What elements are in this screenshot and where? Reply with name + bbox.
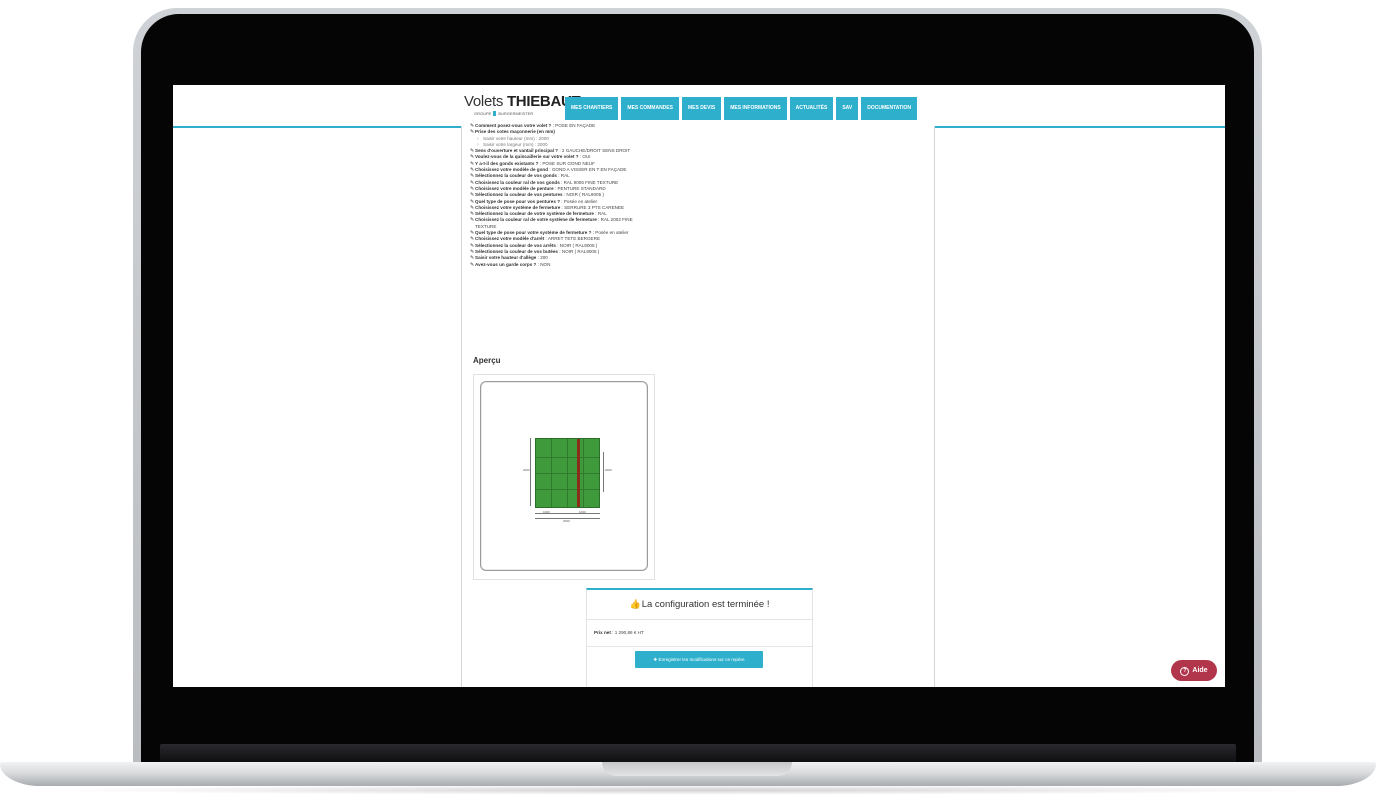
help-button[interactable]: ? Aide	[1171, 660, 1217, 681]
config-question: Quel type de pose pour votre système de …	[475, 230, 592, 236]
shutter-hinge-line	[536, 457, 599, 458]
config-question: Sélectionnez la couleur de votre système…	[475, 211, 594, 217]
nav-sav[interactable]: SAV	[836, 97, 859, 120]
config-answer: POSE SUR GOND NEUF	[542, 160, 595, 166]
help-icon: ?	[1180, 667, 1190, 676]
brand-tagline-right: BURGERMEISTER	[498, 111, 534, 116]
config-answer: SERRURE 3 PTS CARENEE	[564, 204, 625, 210]
config-question: Sélectionnez la couleur de vos gonds	[475, 173, 557, 179]
config-answer: NOIR ( RAL9005 )	[561, 248, 600, 254]
config-answer: Posée en atelier	[563, 198, 598, 204]
config-question: Quel type de pose pour vos pentures ?	[475, 198, 561, 204]
config-answer: OUI	[582, 154, 591, 160]
config-question: Choisissez la couleur ral de vos gonds	[475, 179, 560, 185]
config-question: Prise des cotes maçonnerie (en mm)	[475, 129, 555, 135]
save-changes-button[interactable]: ✚ Enregistrer les modifications sur ce r…	[635, 651, 763, 668]
brand-logo[interactable]: Volets THIEBAUT GROUPE BURGERMEISTER	[464, 93, 581, 116]
price-row: Prix net : 1 290,86 € HT	[587, 619, 812, 647]
config-answer: Saisir votre hauteur (mm) : 2000	[483, 135, 549, 141]
brand-tagline-left: GROUPE	[474, 111, 492, 116]
preview-panel: 2000 2000 1000 1000 2000	[473, 374, 655, 580]
config-answer: RAL 9006 FINE TEXTURE	[563, 179, 619, 185]
brand-name-light: Volets	[464, 93, 504, 110]
config-answer: NOIR ( RAL9005 )	[566, 192, 604, 198]
nav-actualites[interactable]: ACTUALITÉS	[789, 97, 834, 120]
laptop-notch	[602, 762, 792, 776]
config-question: Sélectionnez la couleur de vos pentures	[475, 192, 563, 198]
config-question: Sens d'ouverture et vantail principal ?	[475, 148, 559, 154]
shutter-hinge-line	[536, 489, 599, 490]
dimension-line-right	[603, 452, 604, 492]
shutter-preview	[535, 438, 600, 508]
config-row: ✎ Choisissez la couleur ral de votre syst…	[470, 217, 650, 230]
thumbs-up-icon: 👍	[629, 599, 641, 609]
nav-mes-chantiers[interactable]: MES CHANTIERS	[565, 97, 619, 120]
dimension-bottom-right: 1000	[579, 510, 586, 514]
dimension-left: 2000	[523, 468, 530, 472]
save-changes-label: Enregistrer les modifications sur ce rep…	[658, 657, 745, 662]
config-answer: POSE EN FAÇADE	[555, 123, 596, 128]
price-value: 1 290,86 € HT	[614, 630, 644, 635]
preview-title: Aperçu	[473, 356, 501, 365]
brand-name: Volets THIEBAUT	[464, 93, 581, 110]
config-answer: RAL	[560, 173, 570, 179]
config-answer: ARRET TETE BERGERE	[547, 236, 601, 242]
config-question: Voulez-vous de la quincaillerie sur votr…	[475, 154, 579, 160]
config-question: Avez-vous un garde corps ?	[475, 261, 537, 267]
main-nav: MES CHANTIERS MES COMMANDES MES DEVIS ME…	[565, 97, 917, 120]
shutter-drawing: 2000 2000 1000 1000 2000	[480, 381, 648, 571]
main-content: ✎ Comment posez-vous votre volet ? : POSE…	[461, 123, 935, 687]
summary-title: 👍La configuration est terminée !	[587, 599, 812, 610]
lock-bar	[577, 439, 580, 507]
summary-title-text: La configuration est terminée !	[641, 599, 770, 610]
config-answer: RAL	[597, 211, 607, 217]
nav-documentation[interactable]: DOCUMENTATION	[861, 97, 917, 120]
config-answer: Posée en atelier	[595, 230, 629, 236]
nav-mes-informations[interactable]: MES INFORMATIONS	[724, 97, 787, 120]
config-question: Choisissez votre modèle de gond	[475, 167, 549, 173]
config-question: Saisir votre hauteur d'allège	[475, 255, 537, 261]
config-row: ✎ Avez-vous un garde corps ? : NON	[470, 262, 650, 268]
laptop-hinge	[160, 744, 1236, 764]
configuration-summary: 👍La configuration est terminée ! Prix ne…	[586, 588, 813, 687]
price-text: Prix net : 1 290,86 € HT	[594, 630, 644, 635]
config-answer: Saisir votre largeur (mm) : 2000	[483, 141, 548, 147]
brand-mark-icon	[493, 111, 497, 116]
pencil-icon[interactable]: ✎	[470, 262, 474, 268]
dimension-bottom-left: 1000	[543, 510, 550, 514]
dimension-line-left	[530, 438, 531, 506]
config-answer: 2 GAUCHE/DROIT SENS DROIT	[561, 148, 631, 154]
screen: Volets THIEBAUT GROUPE BURGERMEISTER MES …	[173, 85, 1225, 687]
nav-mes-commandes[interactable]: MES COMMANDES	[621, 97, 679, 120]
dimension-right: 2000	[605, 468, 612, 472]
top-bar: Volets THIEBAUT GROUPE BURGERMEISTER MES …	[173, 85, 1225, 128]
laptop-shadow	[40, 785, 1336, 795]
config-answer: NOIR ( RAL9005 )	[559, 242, 598, 248]
help-label: Aide	[1192, 667, 1208, 674]
config-question: Choisissez la couleur ral de votre systè…	[475, 217, 597, 223]
config-question: Sélectionnez la couleur de vos arrêts	[475, 242, 556, 248]
nav-mes-devis[interactable]: MES DEVIS	[681, 97, 722, 120]
config-question: Choisissez votre modèle de penture	[475, 185, 554, 191]
config-question: Y a-t-il des gonds existants ?	[475, 160, 539, 166]
dimension-total: 2000	[563, 519, 570, 523]
shutter-hinge-line	[536, 473, 599, 474]
config-answer: NON	[540, 261, 551, 267]
configuration-list: ✎ Comment posez-vous votre volet ? : POSE…	[470, 123, 650, 268]
config-question: Choisissez votre modèle d'arrêt	[475, 236, 545, 242]
config-question: Comment posez-vous votre volet ?	[475, 123, 552, 128]
price-label: Prix net	[594, 630, 611, 635]
config-question: Sélectionnez la couleur de vos butées	[475, 248, 558, 254]
pencil-icon[interactable]: ✎	[470, 217, 474, 223]
config-answer: PENTURE STANDARD	[557, 185, 606, 191]
config-answer: GOND A VISSER EN T EN FAÇADE	[551, 167, 627, 173]
config-question: Choisissez votre système de fermeture	[475, 204, 561, 210]
config-answer: 200	[540, 255, 548, 261]
